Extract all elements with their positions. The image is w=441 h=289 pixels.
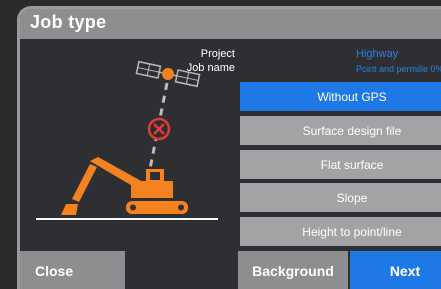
close-button[interactable]: Close bbox=[20, 251, 125, 289]
background-button[interactable]: Background bbox=[238, 251, 348, 289]
option-slope[interactable]: Slope bbox=[240, 183, 441, 212]
project-value: Highway bbox=[356, 48, 399, 60]
option-height-to-point-line[interactable]: Height to point/line bbox=[240, 217, 441, 246]
option-surface-design-file[interactable]: Surface design file bbox=[240, 116, 441, 145]
option-flat-surface[interactable]: Flat surface bbox=[240, 150, 441, 179]
next-button[interactable]: Next bbox=[350, 251, 441, 289]
excavator-icon bbox=[61, 157, 188, 215]
no-signal-icon bbox=[147, 117, 171, 141]
title-bar: Job type bbox=[20, 9, 441, 39]
option-without-gps[interactable]: Without GPS bbox=[240, 82, 441, 111]
illustration bbox=[36, 60, 218, 220]
job-name-value: Point and permille 0% bbox=[356, 64, 441, 74]
job-type-dialog: Job type Project Highway Job name Point … bbox=[17, 6, 441, 289]
satellite-icon bbox=[135, 60, 201, 88]
dialog-title: Job type bbox=[30, 12, 107, 32]
